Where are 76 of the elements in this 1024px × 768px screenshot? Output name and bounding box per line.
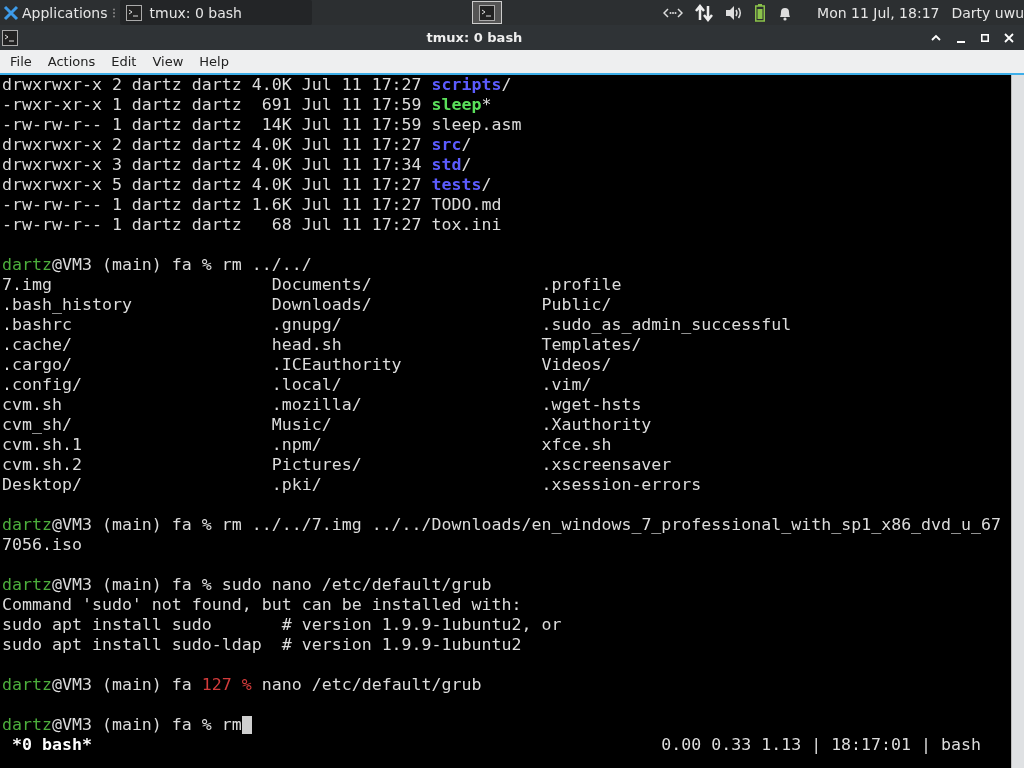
workspace-button[interactable] bbox=[472, 1, 503, 24]
terminal-icon bbox=[2, 29, 18, 46]
taskbar-button[interactable]: tmux: 0 bash bbox=[119, 0, 312, 25]
battery-icon[interactable] bbox=[755, 3, 766, 22]
mouse-logo-icon[interactable] bbox=[3, 4, 19, 21]
volume-icon[interactable] bbox=[725, 4, 744, 21]
file-name: .local/ bbox=[271, 375, 342, 394]
shade-icon[interactable] bbox=[931, 32, 941, 43]
file-name: Desktop/ bbox=[2, 475, 82, 494]
file-name: .pki/ bbox=[271, 475, 322, 494]
terminal-line: 7056.iso bbox=[2, 535, 82, 555]
file-name: .Xauthority bbox=[541, 415, 652, 434]
drag-handle-icon bbox=[111, 7, 116, 18]
file-name: Public/ bbox=[541, 295, 612, 314]
file-name: Documents/ bbox=[271, 275, 372, 294]
terminal-icon bbox=[479, 4, 496, 21]
file-name: .mozilla/ bbox=[271, 395, 362, 414]
terminal-line: dartz@VM3 (main) fa % rm ../../7.img ../../Downloads/en_windows_7_professional_with_sp1_x86_dvd_u_67 bbox=[2, 515, 1002, 535]
terminal-line: dartz@VM3 (main) fa % rm bbox=[2, 715, 242, 735]
file-name: Music/ bbox=[271, 415, 332, 434]
file-name: Templates/ bbox=[541, 335, 642, 354]
network-icon[interactable] bbox=[663, 6, 684, 19]
file-name: .sudo_as_admin_successful bbox=[541, 315, 792, 334]
terminal-line: dartz@VM3 (main) fa % rm ../../ bbox=[2, 255, 312, 275]
transfer-arrows-icon[interactable] bbox=[695, 3, 714, 22]
file-name: Downloads/ bbox=[271, 295, 372, 314]
menu-item[interactable]: File bbox=[10, 54, 32, 69]
terminal-line: drwxrwxr-x 5 dartz dartz 4.0K Jul 11 17:27 tests/ bbox=[2, 175, 492, 195]
file-name: .bash_history bbox=[2, 295, 132, 314]
file-name: .gnupg/ bbox=[271, 315, 342, 334]
file-name: .cache/ bbox=[2, 335, 72, 354]
close-icon[interactable] bbox=[1004, 32, 1014, 43]
terminal-line: drwxrwxr-x 2 dartz dartz 4.0K Jul 11 17:27 src/ bbox=[2, 135, 472, 155]
terminal-line: -rw-rw-r-- 1 dartz dartz 68 Jul 11 17:27 tox.ini bbox=[2, 215, 502, 235]
terminal-line: sudo apt install sudo-ldap # version 1.9.9-1ubuntu2 bbox=[2, 635, 522, 655]
scrollbar[interactable] bbox=[1011, 75, 1024, 768]
menu-item[interactable]: Edit bbox=[111, 54, 137, 69]
file-name: Videos/ bbox=[541, 355, 612, 374]
menu-item[interactable]: Actions bbox=[47, 54, 96, 69]
file-name: cvm.sh bbox=[2, 395, 62, 414]
user-name[interactable]: Darty uwu bbox=[951, 4, 1024, 21]
terminal-line: sudo apt install sudo # version 1.9.9-1ubuntu2, or bbox=[2, 615, 562, 635]
file-name: .bashrc bbox=[2, 315, 72, 334]
window-title: tmux: 0 bash bbox=[425, 30, 524, 45]
file-name: cvm_sh/ bbox=[2, 415, 72, 434]
file-name: .ICEauthority bbox=[271, 355, 402, 374]
file-name: .xsession-errors bbox=[541, 475, 702, 494]
terminal-line: drwxrwxr-x 2 dartz dartz 4.0K Jul 11 17:27 scripts/ bbox=[2, 75, 512, 95]
menu-item[interactable]: Help bbox=[199, 54, 229, 69]
terminal-line: -rw-rw-r-- 1 dartz dartz 1.6K Jul 11 17:27 TODO.md bbox=[2, 195, 502, 215]
file-name: .wget-hsts bbox=[541, 395, 642, 414]
terminal-line: -rw-rw-r-- 1 dartz dartz 14K Jul 11 17:59 sleep.asm bbox=[2, 115, 522, 135]
terminal-line: Command 'sudo' not found, but can be installed with: bbox=[2, 595, 522, 615]
file-name: .cargo/ bbox=[2, 355, 72, 374]
file-name: 7.img bbox=[2, 275, 52, 294]
file-name: xfce.sh bbox=[541, 435, 612, 454]
terminal-line: drwxrwxr-x 3 dartz dartz 4.0K Jul 11 17:34 std/ bbox=[2, 155, 472, 175]
file-name: cvm.sh.2 bbox=[2, 455, 82, 474]
terminal-line: dartz@VM3 (main) fa % sudo nano /etc/default/grub bbox=[2, 575, 492, 595]
file-name: Pictures/ bbox=[271, 455, 362, 474]
file-name: .profile bbox=[541, 275, 622, 294]
file-name: head.sh bbox=[271, 335, 342, 354]
menu-item[interactable]: View bbox=[152, 54, 184, 69]
applications-menu[interactable]: Applications bbox=[22, 4, 108, 21]
tmux-status-info: 0.00 0.33 1.13 | 18:17:01 | bash bbox=[661, 735, 981, 755]
file-name: .npm/ bbox=[271, 435, 322, 454]
clock[interactable]: Mon 11 Jul, 18:17 bbox=[817, 4, 940, 21]
terminal-icon bbox=[125, 4, 142, 21]
file-name: .vim/ bbox=[541, 375, 592, 394]
terminal-line: -rwxr-xr-x 1 dartz dartz 691 Jul 11 17:59 sleep* bbox=[2, 95, 492, 115]
maximize-icon[interactable] bbox=[981, 33, 989, 42]
file-name: .xscreensaver bbox=[541, 455, 672, 474]
tmux-window-label: *0 bash* bbox=[12, 735, 92, 755]
file-name: .config/ bbox=[2, 375, 82, 394]
terminal-line: dartz@VM3 (main) fa 127 % nano /etc/default/grub bbox=[2, 675, 482, 695]
file-name: cvm.sh.1 bbox=[2, 435, 82, 454]
